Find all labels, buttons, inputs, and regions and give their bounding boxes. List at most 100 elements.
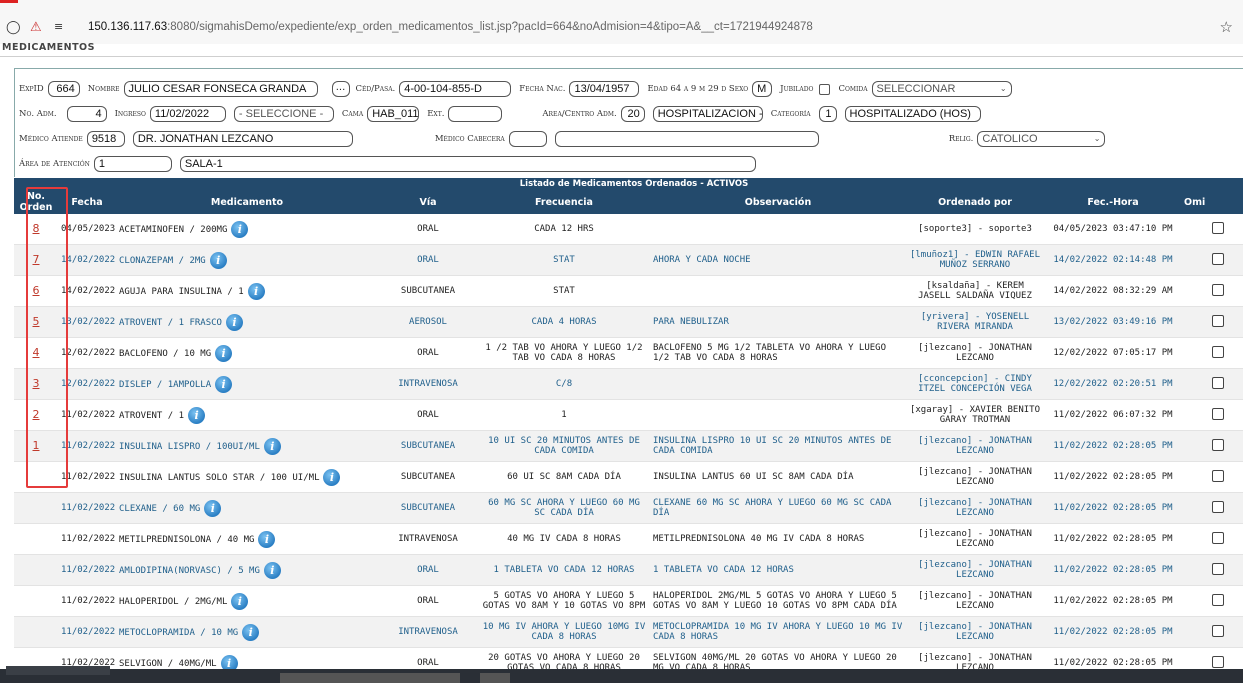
order-number-link[interactable]: 3 — [33, 377, 40, 390]
sexo-field[interactable]: M — [752, 81, 773, 97]
omitir-checkbox[interactable] — [1212, 345, 1224, 358]
omitir-checkbox[interactable] — [1212, 252, 1224, 265]
medicamento-cell: INSULINA LANTUS SOLO STAR / 100 UI/ML i — [116, 461, 378, 493]
ingreso-field[interactable]: 11/02/2022 — [149, 106, 226, 122]
atencion-name-field[interactable]: SALA-1 — [179, 156, 756, 172]
cedula-field[interactable]: 4-00-104-855-D — [399, 81, 512, 97]
info-icon[interactable]: i — [263, 437, 281, 455]
status-tooltip — [6, 666, 110, 675]
jubilado-checkbox[interactable] — [819, 83, 831, 95]
shield-icon[interactable]: ◯ — [6, 20, 21, 35]
info-icon[interactable]: i — [323, 468, 341, 486]
info-icon[interactable]: i — [231, 592, 249, 610]
table-row: 11/02/2022 HALOPERIDOL / 2MG/ML i ORAL 5 GOT… — [14, 585, 1243, 617]
info-icon[interactable]: i — [215, 375, 233, 393]
col-header-fec-hora[interactable]: Fec.-Hora — [1044, 190, 1182, 214]
ext-field[interactable] — [448, 106, 503, 122]
relig-select[interactable]: CATOLICO ⌄ — [977, 131, 1106, 147]
cabecera-name-field[interactable] — [554, 131, 819, 147]
atencion-code-field[interactable]: 1 — [93, 156, 172, 172]
fec-hora-cell: 11/02/2022 02:28:05 PM — [1044, 616, 1182, 648]
expid-field[interactable]: 664 — [47, 81, 80, 97]
col-header-frecuencia[interactable]: Frecuencia — [478, 190, 650, 214]
patient-search-button[interactable]: ... — [331, 81, 350, 97]
omitir-checkbox[interactable] — [1212, 438, 1224, 451]
order-number-cell — [14, 616, 58, 648]
order-number-link[interactable]: 2 — [33, 408, 40, 421]
order-number-cell: 6 — [14, 275, 58, 307]
info-icon[interactable]: i — [258, 530, 276, 548]
omitir-checkbox[interactable] — [1212, 221, 1224, 234]
cama-field[interactable]: HAB_011 — [367, 106, 420, 122]
medicamento-cell: HALOPERIDOL / 2MG/ML i — [116, 585, 378, 617]
medico-code-field[interactable]: 9518 — [86, 131, 125, 147]
ordenado-por-cell: [xgaray] - XAVIER BENITO GARAY TROTMAN — [906, 399, 1044, 431]
ingreso-label: Ingreso — [114, 109, 146, 119]
omitir-checkbox[interactable] — [1212, 500, 1224, 513]
info-icon[interactable]: i — [225, 313, 243, 331]
url-field[interactable]: 150.136.117.63:8080/sigmahisDemo/expedie… — [88, 21, 813, 33]
via-cell: ORAL — [378, 554, 478, 586]
col-header-omitir[interactable]: Omi — [1182, 190, 1243, 214]
omitir-checkbox[interactable] — [1212, 407, 1224, 420]
omitir-checkbox[interactable] — [1212, 655, 1224, 668]
info-icon[interactable]: i — [215, 344, 233, 362]
order-number-link[interactable]: 7 — [33, 253, 40, 266]
area-name-field[interactable]: HOSPITALIZACION - — [652, 106, 763, 122]
info-icon[interactable]: i — [188, 406, 206, 424]
categoria-name-field[interactable]: HOSPITALIZADO (HOS) — [844, 106, 981, 122]
col-header-medicamento[interactable]: Medicamento — [116, 190, 378, 214]
omitir-checkbox[interactable] — [1212, 314, 1224, 327]
omitir-checkbox[interactable] — [1212, 469, 1224, 482]
fecha-nac-field[interactable]: 13/04/1957 — [569, 81, 640, 97]
table-caption: Listado de Medicamentos Ordenados - ACTI… — [14, 178, 1243, 190]
info-icon[interactable]: i — [209, 251, 227, 269]
omitir-checkbox[interactable] — [1212, 376, 1224, 389]
omitir-checkbox[interactable] — [1212, 531, 1224, 544]
col-header-via[interactable]: Vía — [378, 190, 478, 214]
table-row: 11/02/2022 CLEXANE / 60 MG i SUBCUTANEA 60 M… — [14, 492, 1243, 524]
order-number-link[interactable]: 1 — [33, 439, 40, 452]
nombre-field[interactable]: JULIO CESAR FONSECA GRANDA — [123, 81, 318, 97]
medico-name-field[interactable]: DR. JONATHAN LEZCANO — [132, 131, 353, 147]
omitir-checkbox[interactable] — [1212, 283, 1224, 296]
info-icon[interactable]: i — [231, 220, 249, 238]
comida-select[interactable]: SELECCIONAR ⌄ — [871, 81, 1012, 97]
info-icon[interactable]: i — [204, 499, 222, 517]
ordenado-por-cell: [jlezcano] - JONATHAN LEZCANO — [906, 585, 1044, 617]
cabecera-code-field[interactable] — [508, 131, 547, 147]
lock-warning-icon[interactable]: ⚠ — [30, 20, 42, 35]
via-cell: SUBCUTANEA — [378, 492, 478, 524]
omitir-checkbox[interactable] — [1212, 624, 1224, 637]
order-number-link[interactable]: 6 — [33, 284, 40, 297]
info-icon[interactable]: i — [242, 623, 260, 641]
col-header-observacion[interactable]: Observación — [650, 190, 906, 214]
col-header-no-orden[interactable]: No. Orden — [14, 190, 58, 214]
omitir-cell — [1182, 461, 1243, 493]
bookmark-star-icon[interactable]: ☆ — [1220, 18, 1233, 36]
frecuencia-cell: 10 UI SC 20 MINUTOS ANTES DE CADA COMIDA — [478, 430, 650, 462]
fec-hora-cell: 11/02/2022 02:28:05 PM — [1044, 492, 1182, 524]
site-settings-icon[interactable]: ≡ — [54, 20, 63, 33]
categoria-code-field[interactable]: 1 — [818, 106, 837, 122]
taskbar-item[interactable] — [480, 673, 510, 683]
fec-hora-cell: 12/02/2022 02:20:51 PM — [1044, 368, 1182, 400]
order-number-link[interactable]: 4 — [33, 346, 40, 359]
chevron-down-icon: ⌄ — [322, 121, 329, 122]
omitir-checkbox[interactable] — [1212, 593, 1224, 606]
ingreso-select[interactable]: - SELECCIONE -⌄ — [233, 106, 334, 122]
info-icon[interactable]: i — [247, 282, 265, 300]
fec-hora-cell: 11/02/2022 02:28:05 PM — [1044, 523, 1182, 555]
taskbar-item[interactable] — [280, 673, 460, 683]
ordenado-por-cell: [jlezcano] - JONATHAN LEZCANO — [906, 616, 1044, 648]
col-header-ordenado-por[interactable]: Ordenado por — [906, 190, 1044, 214]
col-header-fecha[interactable]: Fecha — [58, 190, 116, 214]
omitir-checkbox[interactable] — [1212, 562, 1224, 575]
order-number-link[interactable]: 5 — [33, 315, 40, 328]
order-number-link[interactable]: 8 — [33, 222, 40, 235]
noadm-field[interactable]: 4 — [66, 106, 107, 122]
fecha-cell: 11/02/2022 — [58, 616, 116, 648]
area-code-field[interactable]: 20 — [620, 106, 645, 122]
observacion-cell: METOCLOPRAMIDA 10 MG IV AHORA Y LUEGO 10… — [650, 616, 906, 648]
info-icon[interactable]: i — [263, 561, 281, 579]
